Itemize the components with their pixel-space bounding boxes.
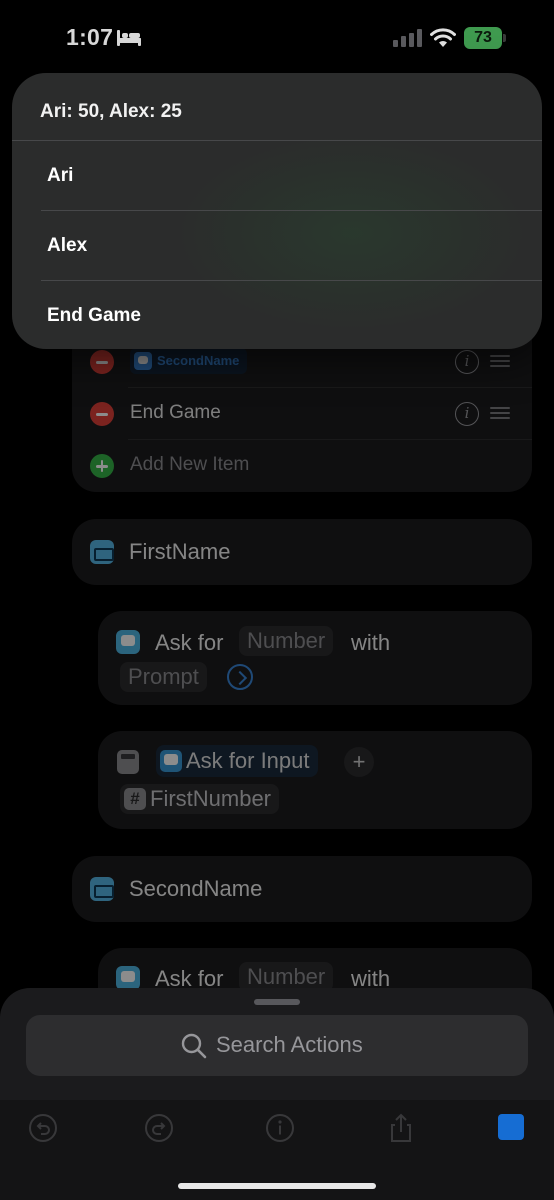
undo-icon[interactable] [28,1113,58,1143]
remove-item-icon[interactable] [90,350,114,374]
ask-input-icon [116,966,140,990]
ask-for-input-variable[interactable]: Ask for Input [156,745,318,777]
variable-chip[interactable]: SecondName [130,348,248,374]
redo-icon[interactable] [144,1113,174,1143]
battery-indicator: 73 [464,27,506,49]
text-icon [90,877,114,901]
share-icon[interactable] [386,1113,416,1143]
number-variable-token[interactable]: # FirstNumber [120,784,280,814]
add-item-row[interactable]: Add New Item [72,440,532,492]
variable-label: SecondName [157,353,240,368]
info-icon[interactable]: i [455,350,479,374]
ask-for-input-action[interactable]: Ask for Number with Prompt [98,611,532,705]
status-bar: 1:07 73 [0,0,554,72]
list-item-label[interactable]: End Game [130,402,221,424]
search-placeholder[interactable]: Search Actions [216,1032,363,1058]
menu-item-end-game[interactable]: End Game [12,281,542,349]
action-title[interactable]: SecondName [129,876,262,902]
reorder-handle-icon[interactable] [490,407,510,421]
expand-chevron-icon[interactable] [227,664,253,690]
with-label: with [351,630,391,655]
battery-level: 73 [464,27,502,49]
home-indicator[interactable] [178,1183,376,1189]
menu-item-alex[interactable]: Alex [12,211,542,281]
text-action-secondname[interactable]: SecondName [72,856,532,922]
input-variable-label: Ask for Input [186,748,310,773]
input-type-token[interactable]: Number [239,626,334,656]
status-time: 1:07 [66,24,114,50]
ask-input-icon [134,352,152,370]
menu-item-label: End Game [47,305,141,326]
actions-sheet: Search Actions [0,988,554,1200]
menu-item-label: Alex [47,235,88,256]
ask-for-label: Ask for [155,630,224,655]
menu-prompt: Ari: 50, Alex: 25 [40,101,182,122]
calculate-action[interactable]: Ask for Input + # FirstNumber [98,731,532,829]
ask-input-icon [160,750,182,772]
text-icon [90,540,114,564]
menu-item-label: Ari [47,165,74,186]
action-title[interactable]: FirstName [129,539,230,565]
wifi-icon [430,28,456,47]
search-actions-field[interactable]: Search Actions [26,1015,528,1076]
remove-item-icon[interactable] [90,402,114,426]
add-item-icon[interactable] [90,454,114,478]
list-item[interactable]: End Game i [72,388,532,440]
prompt-token[interactable]: Prompt [120,662,207,692]
cellular-signal-icon [393,29,422,47]
operator-plus-button[interactable]: + [344,747,374,777]
choose-from-menu-popup: Ari: 50, Alex: 25 Ari Alex End Game [12,73,542,349]
info-icon[interactable]: i [455,402,479,426]
run-stop-button[interactable] [498,1114,524,1140]
sheet-grabber[interactable] [254,999,300,1005]
info-icon[interactable] [265,1113,295,1143]
search-icon [181,1033,207,1059]
text-action-firstname[interactable]: FirstName [72,519,532,585]
sleep-focus-icon [117,30,141,46]
number-variable-label: FirstNumber [150,786,272,811]
calculator-icon [117,750,139,774]
ask-input-icon [116,630,140,654]
menu-item-ari[interactable]: Ari [12,141,542,211]
reorder-handle-icon[interactable] [490,355,510,369]
add-item-label[interactable]: Add New Item [130,454,249,476]
number-icon: # [124,788,146,810]
battery-cap [503,34,506,42]
